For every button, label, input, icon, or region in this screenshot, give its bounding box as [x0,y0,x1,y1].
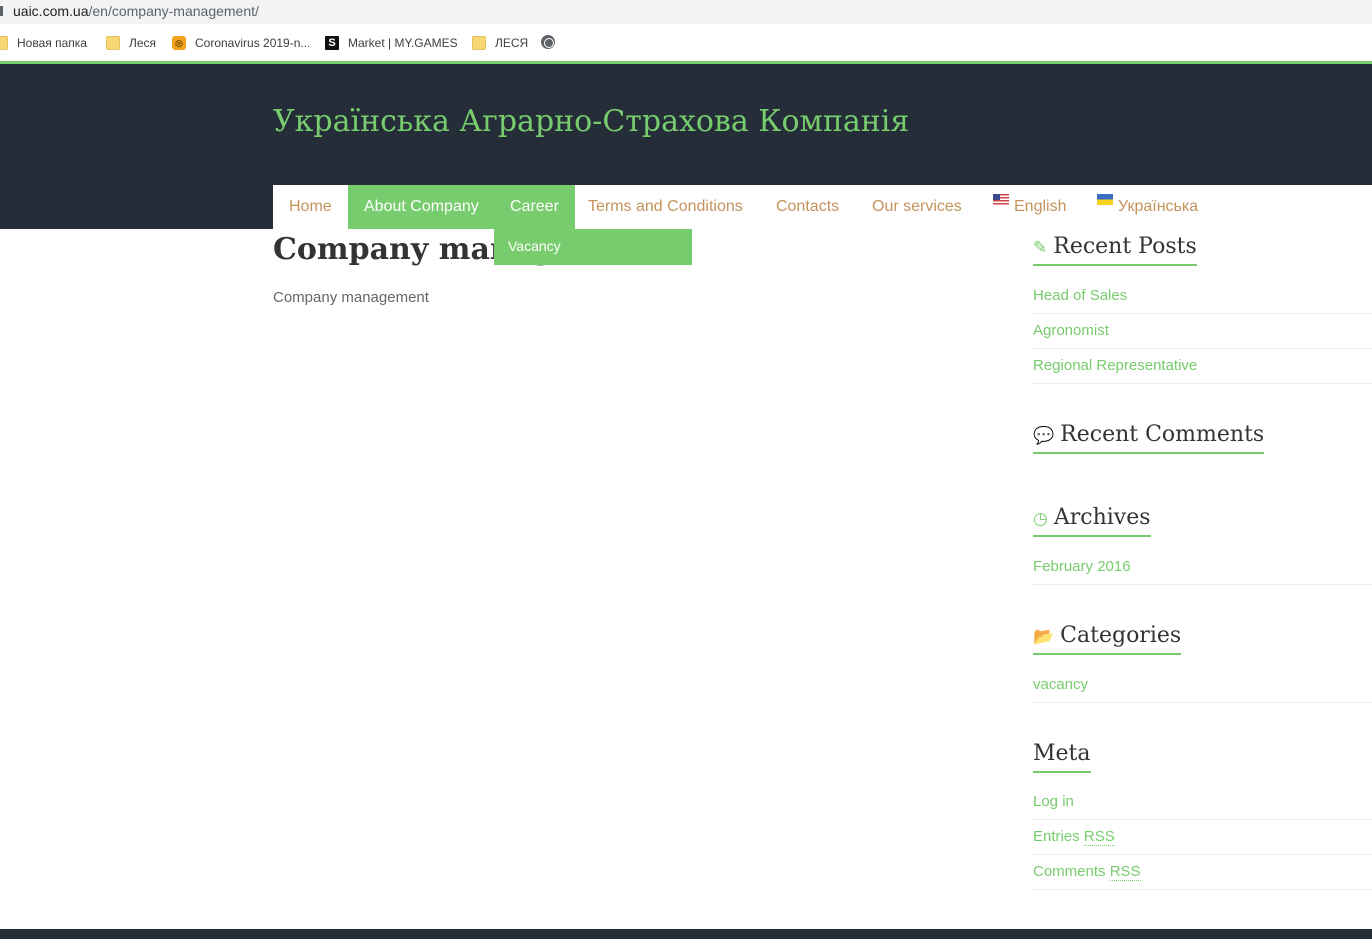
folder-icon [472,36,486,50]
widget-title-meta: Meta [1033,741,1091,773]
meta-link-label: Comments [1033,863,1106,880]
widget-title-categories: 📂 Categories [1033,623,1182,655]
bookmark-mygames[interactable]: S Market | MY.GAMES [325,34,458,52]
widget-title-recent-posts: ✎ Recent Posts [1033,234,1197,266]
meta-link-entries-rss[interactable]: Entries RSS [1033,828,1372,855]
category-link-vacancy[interactable]: vacancy [1033,676,1372,703]
comments-icon: 💬 [1033,426,1055,446]
nav-about-company[interactable]: About Company [348,185,495,229]
nav-contacts[interactable]: Contacts [760,185,855,229]
dropdown-item-vacancy[interactable]: Vacancy [508,238,561,254]
globe-icon[interactable] [541,35,555,49]
bookmark-label: Леся [129,36,157,50]
url-text[interactable]: uaic.com.ua/en/company-management/ [13,3,259,19]
page-body: Company management [273,289,429,306]
nav-language-ukrainian[interactable]: Українська [1081,185,1214,229]
site-footer [0,929,1372,939]
nav-label: Українська [1118,198,1199,215]
url-host: uaic.com.ua [13,3,89,19]
nav-terms-and-conditions[interactable]: Terms and Conditions [572,185,759,229]
post-link-agronomist[interactable]: Agronomist [1033,322,1372,349]
site-title[interactable]: Українська Аграрно-Страхова Компанія [273,104,909,139]
bookmark-novaya-papka[interactable]: Новая папка [0,34,87,52]
ua-flag-icon [1097,194,1113,205]
widget-title-archives: ◷ Archives [1033,505,1151,537]
pencil-icon: ✎ [1033,238,1048,258]
nav-our-services[interactable]: Our services [856,185,978,229]
bookmark-label: ЛЕСЯ [495,36,529,50]
nav-language-english[interactable]: English [977,185,1082,229]
rss-abbr: RSS [1083,828,1115,846]
bookmark-label: Coronavirus 2019-n... [195,36,311,50]
rss-abbr: RSS [1109,863,1141,881]
nav-home[interactable]: Home [273,185,348,229]
widget-title-text: Recent Comments [1060,422,1265,447]
archive-link-february-2016[interactable]: February 2016 [1033,558,1372,585]
meta-link-label: Entries [1033,828,1080,845]
meta-link-comments-rss[interactable]: Comments RSS [1033,863,1372,890]
bookmark-lesya[interactable]: Леся [106,34,156,52]
bookmark-label: Market | MY.GAMES [348,36,458,50]
widget-title-text: Recent Posts [1053,234,1197,259]
meta-link-log-in[interactable]: Log in [1033,793,1372,820]
coronavirus-site-icon: ◎ [172,36,186,50]
clock-icon: ◷ [1033,509,1048,529]
mygames-s-icon: S [325,36,339,50]
widget-title-recent-comments: 💬 Recent Comments [1033,422,1265,454]
folder-icon [106,36,120,50]
url-path: /en/company-management/ [88,3,259,19]
widget-title-text: Categories [1060,623,1182,648]
folder-open-icon: 📂 [1033,627,1055,647]
main-nav: Home About Company Career Terms and Cond… [273,185,1372,229]
us-flag-icon [993,194,1009,205]
bookmark-coronavirus[interactable]: ◎ Coronavirus 2019-n... [172,34,310,52]
folder-icon [0,36,8,50]
tab-edge [0,6,3,16]
address-bar[interactable]: uaic.com.ua/en/company-management/ [0,0,1372,24]
nav-career[interactable]: Career [494,185,575,229]
career-dropdown: Vacancy [494,229,692,265]
nav-label: English [1014,198,1067,215]
post-link-regional-representative[interactable]: Regional Representative [1033,357,1372,384]
post-link-head-of-sales[interactable]: Head of Sales [1033,287,1372,314]
bookmarks-bar: Новая папка Леся ◎ Coronavirus 2019-n...… [0,24,1372,61]
widget-title-text: Archives [1053,505,1151,530]
bookmark-lesya-caps[interactable]: ЛЕСЯ [472,34,528,52]
bookmark-label: Новая папка [17,36,87,50]
